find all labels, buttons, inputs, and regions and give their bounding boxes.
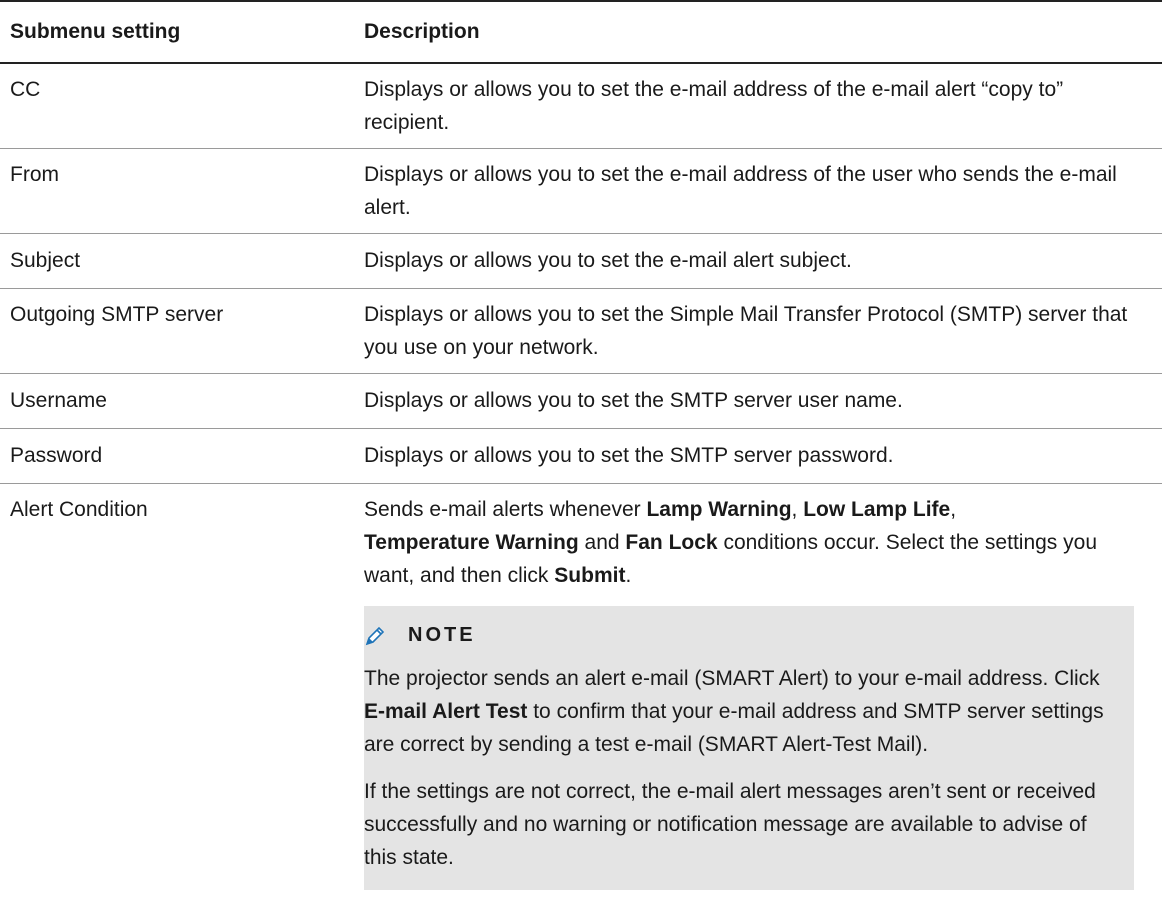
settings-table: Submenu setting Description CC Displays … <box>0 0 1162 899</box>
table-row: Subject Displays or allows you to set th… <box>0 234 1162 289</box>
text-run: The projector sends an alert e-mail (SMA… <box>364 667 1100 690</box>
header-submenu-setting: Submenu setting <box>10 20 181 43</box>
text-run: . <box>625 564 632 587</box>
email-alert-test-label: E-mail Alert Test <box>364 700 528 723</box>
text-run: , <box>950 498 957 521</box>
table-row: Outgoing SMTP server Displays or allows … <box>0 289 1162 374</box>
setting-description: Sends e-mail alerts whenever Lamp Warnin… <box>364 484 1162 899</box>
setting-description: Displays or allows you to set the e-mail… <box>364 78 1064 134</box>
setting-name: Subject <box>10 249 81 272</box>
text-run: , <box>791 498 804 521</box>
note-box: NOTE The projector sends an alert e-mail… <box>364 606 1134 890</box>
note-paragraph: If the settings are not correct, the e-m… <box>364 780 1096 869</box>
setting-description: Displays or allows you to set the Simple… <box>364 303 1128 359</box>
setting-name: Username <box>10 389 107 412</box>
low-lamp-life-label: Low Lamp Life <box>803 498 951 521</box>
setting-name: Password <box>10 444 103 467</box>
temperature-warning-label: Temperature Warning <box>364 531 579 554</box>
setting-description: Displays or allows you to set the e-mail… <box>364 163 1117 219</box>
setting-description: Displays or allows you to set the SMTP s… <box>364 444 894 467</box>
setting-description: Displays or allows you to set the SMTP s… <box>364 389 903 412</box>
submit-label: Submit <box>554 564 626 587</box>
table-row-alert-condition: Alert Condition Sends e-mail alerts when… <box>0 484 1162 899</box>
note-paragraph: The projector sends an alert e-mail (SMA… <box>364 662 1120 761</box>
table-row: CC Displays or allows you to set the e-m… <box>0 64 1162 149</box>
setting-name: From <box>10 163 59 186</box>
table-row: Password Displays or allows you to set t… <box>0 429 1162 484</box>
setting-name: Alert Condition <box>10 498 148 521</box>
fan-lock-label: Fan Lock <box>625 531 718 554</box>
text-run: Sends e-mail alerts whenever <box>364 498 647 521</box>
setting-description: Displays or allows you to set the e-mail… <box>364 249 852 272</box>
table-row: Username Displays or allows you to set t… <box>0 374 1162 429</box>
table-row: From Displays or allows you to set the e… <box>0 149 1162 234</box>
setting-name: CC <box>10 78 41 101</box>
header-description: Description <box>364 20 480 43</box>
table-header: Submenu setting Description <box>0 2 1162 64</box>
alert-condition-text: Sends e-mail alerts whenever Lamp Warnin… <box>364 493 1134 592</box>
note-title: NOTE <box>408 623 476 646</box>
lamp-warning-label: Lamp Warning <box>646 498 792 521</box>
note-header: NOTE <box>364 618 1120 652</box>
setting-name: Outgoing SMTP server <box>10 303 224 326</box>
pencil-icon <box>364 624 386 646</box>
text-run: and <box>578 531 626 554</box>
